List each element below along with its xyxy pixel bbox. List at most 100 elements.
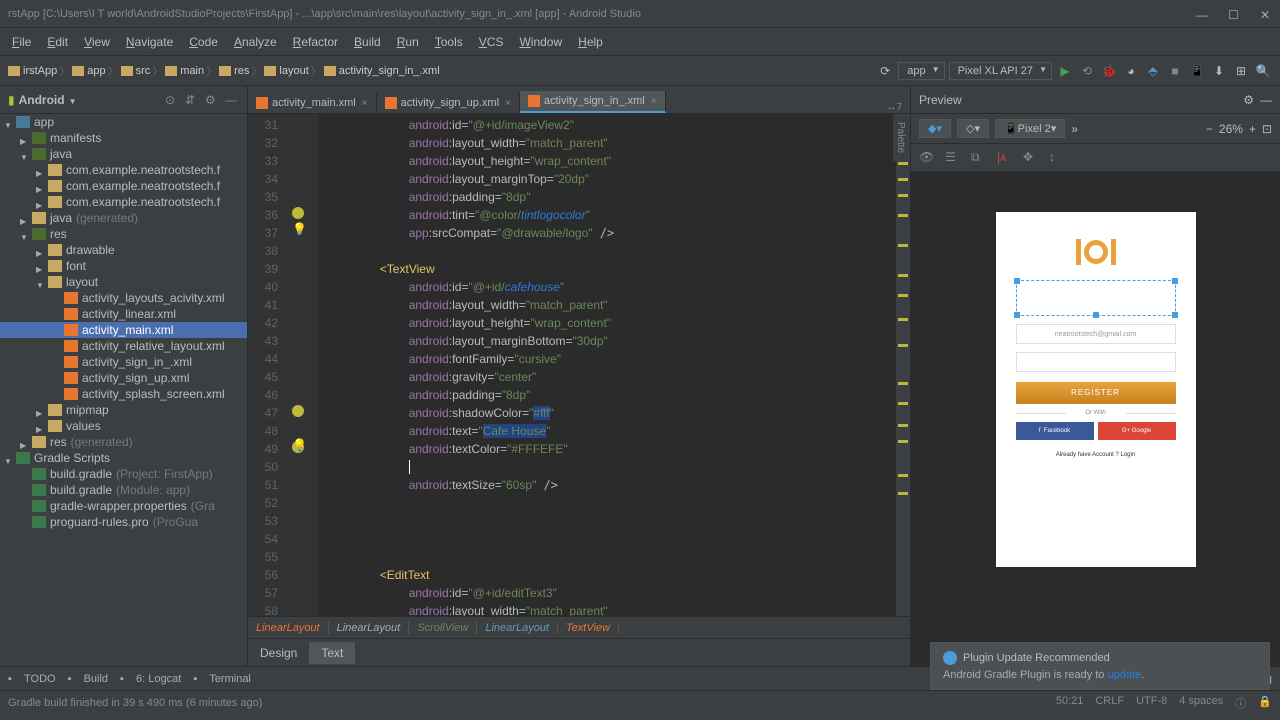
tool-build[interactable]: ▪Build	[68, 673, 108, 685]
project-tree[interactable]: appmanifestsjavacom.example.neatrootstec…	[0, 114, 247, 666]
layers-icon[interactable]: ☰	[945, 150, 961, 166]
palette-tab[interactable]: Palette	[892, 114, 910, 161]
collapse-icon[interactable]: ⇵	[185, 93, 199, 107]
profile-icon[interactable]: ◕	[1122, 62, 1140, 80]
hide-icon[interactable]: —	[225, 93, 239, 107]
tree-node[interactable]: com.example.neatrootstech.f	[0, 194, 247, 210]
context-icon[interactable]: ⓘ	[1235, 695, 1246, 711]
tree-node[interactable]: mipmap	[0, 402, 247, 418]
minimize-icon[interactable]: —	[1196, 8, 1208, 20]
tree-node[interactable]: com.example.neatrootstech.f	[0, 178, 247, 194]
hide-icon[interactable]: —	[1260, 93, 1272, 107]
maximize-icon[interactable]: ☐	[1228, 8, 1240, 20]
tree-node[interactable]: app	[0, 114, 247, 130]
plugin-update-notification[interactable]: Plugin Update Recommended Android Gradle…	[930, 642, 1270, 690]
sdk-icon[interactable]: ⬇	[1210, 62, 1228, 80]
avd-icon[interactable]: 📱	[1188, 62, 1206, 80]
more-icon[interactable]: »	[1071, 122, 1078, 136]
device-dropdown[interactable]: 📱 Pixel 2▾	[995, 119, 1065, 138]
gear-icon[interactable]: ⚙	[205, 93, 219, 107]
tab-design[interactable]: Design	[248, 642, 309, 664]
design-surface-dropdown[interactable]: ◆▾	[919, 119, 951, 138]
path-breadcrumb-item[interactable]: LinearLayout	[248, 622, 329, 634]
tree-node[interactable]: activity_sign_in_.xml	[0, 354, 247, 370]
menu-analyze[interactable]: Analyze	[226, 33, 285, 51]
tree-node[interactable]: res	[0, 226, 247, 242]
menu-navigate[interactable]: Navigate	[118, 33, 181, 51]
tool-logcat[interactable]: ▪6: Logcat	[120, 673, 181, 685]
breadcrumb-item[interactable]: src	[121, 65, 151, 77]
tree-node[interactable]: Gradle Scripts	[0, 450, 247, 466]
line-ending[interactable]: CRLF	[1095, 695, 1124, 711]
code-editor[interactable]: android:id="@+id/imageView2" android:lay…	[318, 114, 896, 616]
pan-icon[interactable]: ✥	[1023, 150, 1039, 166]
menu-view[interactable]: View	[76, 33, 118, 51]
search-icon[interactable]: 🔍	[1254, 62, 1272, 80]
structure-icon[interactable]: ⊞	[1232, 62, 1250, 80]
tree-node[interactable]: gradle-wrapper.properties(Gra	[0, 498, 247, 514]
menu-vcs[interactable]: VCS	[471, 33, 512, 51]
gear-icon[interactable]: ⚙	[1243, 93, 1254, 107]
run-config-dropdown[interactable]: app	[898, 62, 944, 80]
breadcrumb-item[interactable]: res	[219, 65, 249, 77]
sidebar-view-dropdown[interactable]: Android▼	[19, 93, 77, 107]
breadcrumb-item[interactable]: app	[72, 65, 105, 77]
menu-file[interactable]: File	[4, 33, 39, 51]
tree-node[interactable]: drawable	[0, 242, 247, 258]
lock-icon[interactable]: 🔒	[1258, 695, 1272, 711]
close-tab-icon[interactable]: ×	[651, 96, 657, 107]
breadcrumb-item[interactable]: activity_sign_in_.xml	[324, 65, 440, 77]
eye-icon[interactable]: 👁	[919, 150, 935, 166]
tree-node[interactable]: values	[0, 418, 247, 434]
tool-terminal[interactable]: ▪Terminal	[193, 673, 251, 685]
device-dropdown[interactable]: Pixel XL API 27	[949, 62, 1052, 80]
tree-node[interactable]: activity_linear.xml	[0, 306, 247, 322]
tree-node[interactable]: res(generated)	[0, 434, 247, 450]
editor-tab[interactable]: activity_main.xml×	[248, 93, 377, 113]
close-icon[interactable]: ✕	[1260, 8, 1272, 20]
tree-node[interactable]: com.example.neatrootstech.f	[0, 162, 247, 178]
tree-node[interactable]: layout	[0, 274, 247, 290]
tab-text[interactable]: Text	[309, 642, 355, 664]
menu-help[interactable]: Help	[570, 33, 611, 51]
zoom-fit-icon[interactable]: ⊡	[1262, 122, 1272, 136]
scroll-marks[interactable]	[896, 114, 910, 616]
code-breadcrumb[interactable]: LinearLayoutLinearLayoutScrollViewLinear…	[248, 616, 910, 638]
align-icon[interactable]: |ᴀ	[997, 150, 1013, 166]
tree-node[interactable]: build.gradle(Module: app)	[0, 482, 247, 498]
editor-tab[interactable]: activity_sign_up.xml×	[377, 93, 520, 113]
attach-icon[interactable]: ⬘	[1144, 62, 1162, 80]
encoding[interactable]: UTF-8	[1136, 695, 1167, 711]
tree-node[interactable]: manifests	[0, 130, 247, 146]
breadcrumb-item[interactable]: main	[165, 65, 204, 77]
tree-node[interactable]: java(generated)	[0, 210, 247, 226]
menu-window[interactable]: Window	[511, 33, 570, 51]
menu-build[interactable]: Build	[346, 33, 389, 51]
selected-textview[interactable]	[1016, 280, 1176, 316]
menu-tools[interactable]: Tools	[427, 33, 471, 51]
sync-icon[interactable]: ⟳	[876, 62, 894, 80]
tree-node[interactable]: build.gradle(Project: FirstApp)	[0, 466, 247, 482]
tree-node[interactable]: proguard-rules.pro(ProGua	[0, 514, 247, 530]
target-icon[interactable]: ⊙	[165, 93, 179, 107]
tree-node[interactable]: activity_relative_layout.xml	[0, 338, 247, 354]
close-tab-icon[interactable]: ×	[362, 98, 368, 109]
device-preview[interactable]: neatrootstech@gmail.com REGISTER Or With…	[911, 172, 1280, 666]
menu-refactor[interactable]: Refactor	[285, 33, 346, 51]
path-breadcrumb-item[interactable]: LinearLayout	[477, 622, 558, 634]
menu-edit[interactable]: Edit	[39, 33, 76, 51]
tree-node[interactable]: font	[0, 258, 247, 274]
breadcrumb-item[interactable]: layout	[264, 65, 308, 77]
expand-icon[interactable]: ↕	[1049, 150, 1065, 166]
orientation-dropdown[interactable]: ◇▾	[957, 119, 989, 138]
breadcrumb-item[interactable]: irstApp	[8, 65, 57, 77]
editor-tab[interactable]: activity_sign_in_.xml×	[520, 91, 666, 113]
path-breadcrumb-item[interactable]: TextView	[558, 622, 619, 634]
tree-node[interactable]: activity_sign_up.xml	[0, 370, 247, 386]
zoom-in-icon[interactable]: +	[1249, 122, 1256, 136]
menu-code[interactable]: Code	[181, 33, 226, 51]
tree-node[interactable]: activity_main.xml	[0, 322, 247, 338]
update-link[interactable]: update	[1107, 669, 1141, 681]
path-breadcrumb-item[interactable]: ScrollView	[409, 622, 477, 634]
debug-icon[interactable]: 🐞	[1100, 62, 1118, 80]
